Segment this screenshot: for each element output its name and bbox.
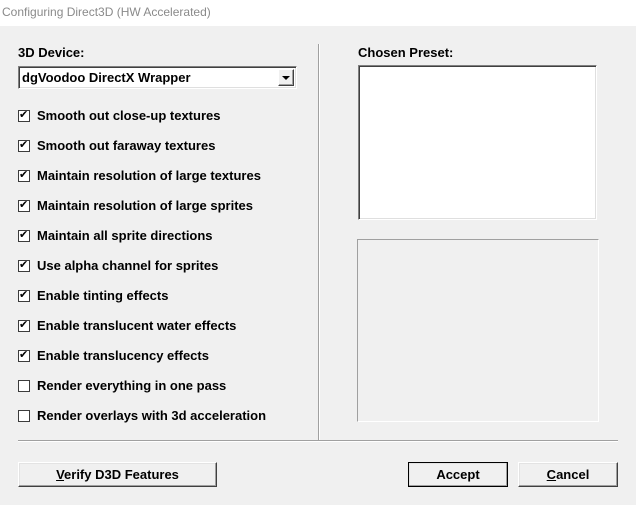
checkbox[interactable]: ✔ [18,198,30,212]
option-one-pass[interactable]: Render everything in one pass [18,378,258,394]
checkmark-icon: ✔ [19,318,29,331]
checkmark-icon: ✔ [19,138,29,151]
checkbox[interactable] [18,410,30,422]
option-label: Maintain all sprite directions [37,228,213,243]
checkmark-icon: ✔ [19,288,29,301]
option-smooth-closeup[interactable]: ✔ Smooth out close-up textures [18,108,248,124]
accept-button[interactable]: Accept [408,462,508,487]
option-label: Render overlays with 3d acceleration [37,408,267,423]
checkmark-icon: ✔ [19,198,29,211]
title-bar: Configuring Direct3D (HW Accelerated) [0,0,636,26]
option-maintain-large-textures[interactable]: ✔ Maintain resolution of large textures [18,168,288,184]
checkmark-icon: ✔ [19,258,29,271]
checkbox[interactable]: ✔ [18,318,30,332]
option-smooth-faraway[interactable]: ✔ Smooth out faraway textures [18,138,248,154]
preview-panel [357,239,599,422]
preset-label: Chosen Preset: [358,45,454,60]
option-translucency-effects[interactable]: ✔ Enable translucency effects [18,348,238,364]
window-title: Configuring Direct3D (HW Accelerated) [2,5,211,19]
option-label: Maintain resolution of large sprites [37,198,253,213]
dropdown-arrow-button[interactable] [278,69,294,86]
option-translucent-water[interactable]: ✔ Enable translucent water effects [18,318,268,334]
preset-list[interactable] [358,65,597,220]
checkbox[interactable]: ✔ [18,228,30,242]
verify-label-rest: erify D3D Features [64,467,179,482]
checkmark-icon: ✔ [19,348,29,361]
verify-d3d-features-button[interactable]: Verify D3D Features [18,462,217,487]
checkmark-icon: ✔ [19,228,29,241]
option-label: Maintain resolution of large textures [37,168,261,183]
option-label: Smooth out faraway textures [37,138,216,153]
cancel-mnemonic: C [546,467,557,482]
option-tinting-effects[interactable]: ✔ Enable tinting effects [18,288,218,304]
checkmark-icon: ✔ [19,108,29,121]
device-selected-value: dgVoodoo DirectX Wrapper [22,70,191,85]
verify-mnemonic: V [56,467,65,482]
option-maintain-large-sprites[interactable]: ✔ Maintain resolution of large sprites [18,198,288,214]
checkbox[interactable]: ✔ [18,168,30,182]
checkbox[interactable]: ✔ [18,288,30,302]
horizontal-divider [18,440,618,442]
checkbox[interactable] [18,380,30,392]
checkbox[interactable]: ✔ [18,108,30,122]
device-dropdown[interactable]: dgVoodoo DirectX Wrapper [18,66,297,89]
chevron-down-icon [282,76,290,80]
checkbox[interactable]: ✔ [18,258,30,272]
cancel-label-rest: ancel [556,467,590,482]
cancel-button[interactable]: Cancel [518,462,618,487]
option-label: Smooth out close-up textures [37,108,221,123]
checkbox[interactable]: ✔ [18,138,30,152]
device-label: 3D Device: [18,45,85,60]
option-label: Use alpha channel for sprites [37,258,219,273]
option-label: Enable tinting effects [37,288,169,303]
checkbox[interactable]: ✔ [18,348,30,362]
option-render-overlays[interactable]: Render overlays with 3d acceleration [18,408,298,424]
checkmark-icon: ✔ [19,168,29,181]
option-label: Enable translucent water effects [37,318,237,333]
vertical-divider [318,44,320,440]
option-label: Enable translucency effects [37,348,209,363]
option-sprite-directions[interactable]: ✔ Maintain all sprite directions [18,228,248,244]
option-alpha-channel[interactable]: ✔ Use alpha channel for sprites [18,258,248,274]
option-label: Render everything in one pass [37,378,227,393]
